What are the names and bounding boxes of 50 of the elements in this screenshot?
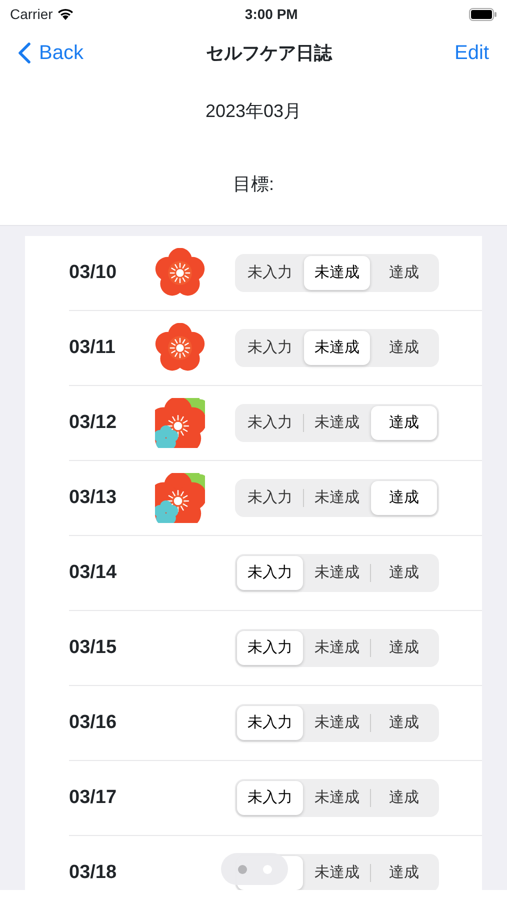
segment-option[interactable]: 達成: [371, 406, 437, 440]
chevron-left-icon: [18, 42, 31, 64]
date-label: 03/16: [69, 710, 118, 735]
segment-option[interactable]: 未達成: [304, 481, 370, 515]
segment-option[interactable]: 未入力: [237, 556, 303, 590]
segment-option[interactable]: 達成: [371, 256, 437, 290]
segment-option[interactable]: 達成: [371, 856, 437, 890]
date-label: 03/12: [69, 410, 118, 435]
segment-option[interactable]: 未達成: [304, 706, 370, 740]
segment-option[interactable]: 未入力: [237, 331, 303, 365]
flowers-stamp-icon: [155, 473, 205, 523]
date-label: 03/15: [69, 636, 118, 660]
screen-title: セルフケア日誌: [206, 42, 332, 64]
segment-option[interactable]: 未達成: [304, 556, 370, 590]
segment-option[interactable]: 達成: [371, 706, 437, 740]
date-label: 03/10: [69, 260, 118, 285]
segment-option[interactable]: 達成: [371, 481, 437, 515]
battery-icon: [468, 8, 497, 20]
segment-option[interactable]: 未入力: [237, 781, 303, 815]
segment-option[interactable]: 達成: [371, 556, 437, 590]
segment-option[interactable]: 未入力: [237, 631, 303, 665]
carrier-label: Carrier: [10, 4, 53, 24]
back-button[interactable]: Back: [18, 38, 84, 68]
date-label: 03/13: [69, 486, 118, 510]
segment-option[interactable]: 未達成: [304, 781, 370, 815]
segment-option[interactable]: 未入力: [237, 481, 303, 515]
flowers-stamp-icon: [155, 398, 205, 448]
segment-option[interactable]: 達成: [371, 631, 437, 665]
segment-option[interactable]: 未入力: [237, 406, 303, 440]
segment-option[interactable]: 未入力: [237, 256, 303, 290]
date-label: 03/17: [69, 786, 118, 810]
edit-button[interactable]: Edit: [454, 38, 489, 68]
flower-stamp-icon: [155, 248, 205, 298]
date-label: 03/11: [69, 336, 116, 360]
date-label: 03/18: [69, 860, 118, 885]
segment-option[interactable]: 未達成: [304, 856, 370, 890]
page-indicator-overlay[interactable]: [221, 853, 288, 885]
segment-option[interactable]: 達成: [371, 331, 437, 365]
segment-option[interactable]: 未入力: [237, 706, 303, 740]
clock-time: 3:00 PM: [244, 4, 298, 24]
goal-label: 目標:: [232, 173, 274, 196]
segment-option[interactable]: 未達成: [304, 331, 370, 365]
month-label: 2023年03月: [205, 100, 302, 122]
wifi-icon: [56, 8, 74, 20]
segment-option[interactable]: 未達成: [304, 256, 370, 290]
flower-stamp-icon: [155, 323, 205, 373]
segment-option[interactable]: 達成: [371, 781, 437, 815]
date-label: 03/14: [69, 560, 118, 585]
segment-option[interactable]: 未達成: [304, 406, 370, 440]
segment-option[interactable]: 未達成: [304, 631, 370, 665]
